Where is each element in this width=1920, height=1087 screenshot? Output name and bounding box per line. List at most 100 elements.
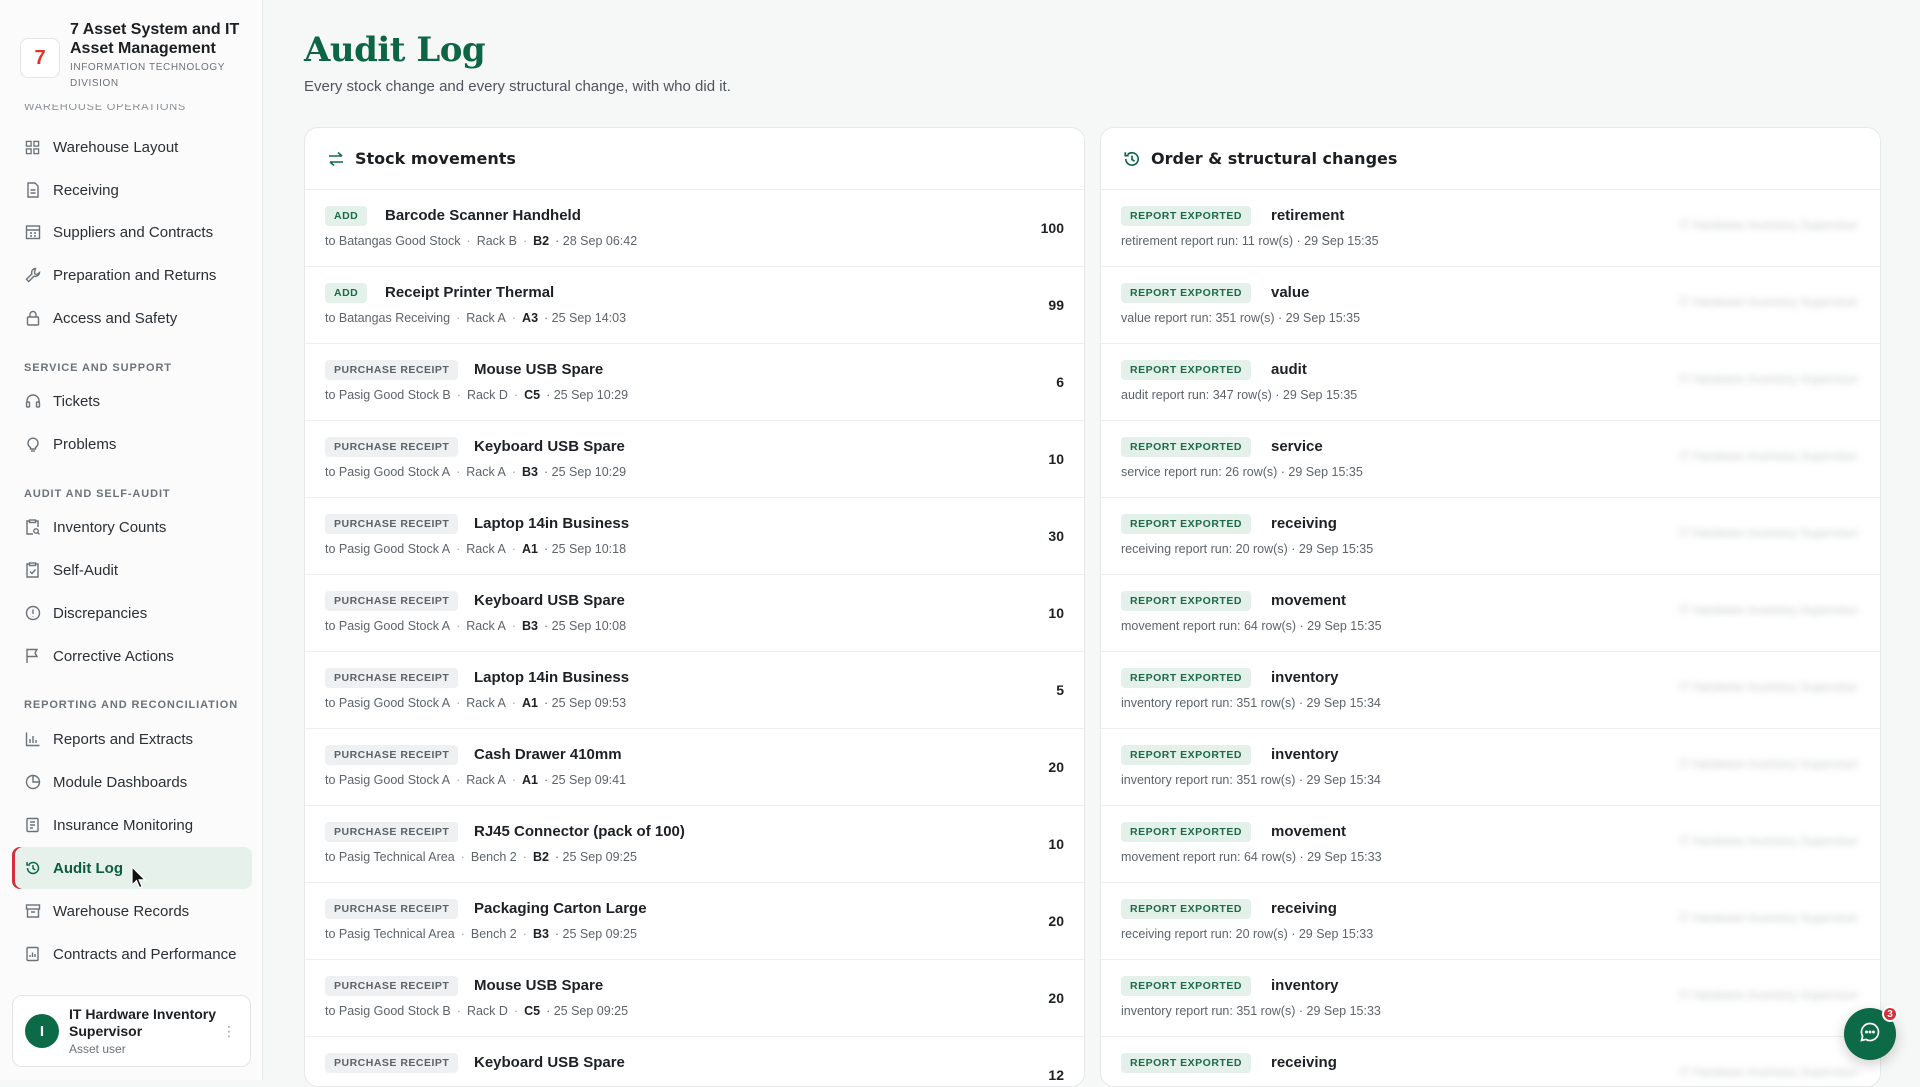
sidebar-item-discrepancies[interactable]: Discrepancies (12, 592, 252, 634)
sidebar-item-tickets[interactable]: Tickets (12, 380, 252, 422)
movement-meta: to Batangas Receiving · Rack A · A3 · 25… (325, 311, 626, 325)
structural-change-row[interactable]: REPORT EXPORTED service service report r… (1101, 421, 1880, 498)
change-meta: inventory report run: 351 row(s) · 29 Se… (1121, 773, 1381, 787)
sidebar-item-problems[interactable]: Problems (12, 423, 252, 465)
report-name: inventory (1271, 669, 1339, 686)
sidebar-item-warehouse-layout[interactable]: Warehouse Layout (12, 126, 252, 168)
meta-separator: · (522, 927, 527, 941)
more-vertical-icon[interactable]: ⋮ (222, 1024, 236, 1038)
report-name: service (1271, 438, 1323, 455)
movement-type-badge: PURCHASE RECEIPT (325, 360, 459, 380)
sidebar-item-insurance[interactable]: Insurance Monitoring (12, 804, 252, 846)
sidebar-item-contracts-performance[interactable]: Contracts and Performance (12, 933, 252, 975)
structural-change-row[interactable]: REPORT EXPORTED audit audit report run: … (1101, 344, 1880, 421)
file-icon (24, 182, 41, 199)
stock-movement-row[interactable]: ADD Receipt Printer Thermal to Batangas … (305, 267, 1084, 344)
timestamp: · 28 Sep 06:42 (555, 234, 638, 248)
structural-change-row[interactable]: REPORT EXPORTED inventory inventory repo… (1101, 960, 1880, 1037)
sidebar-item-access[interactable]: Access and Safety (12, 297, 252, 339)
sidebar-item-warehouse-records[interactable]: Warehouse Records (12, 890, 252, 932)
structural-change-row[interactable]: REPORT EXPORTED value value report run: … (1101, 267, 1880, 344)
stock-movement-row[interactable]: PURCHASE RECEIPT Keyboard USB Spare to P… (305, 421, 1084, 498)
stock-movement-row[interactable]: PURCHASE RECEIPT Mouse USB Spare to Pasi… (305, 344, 1084, 421)
user-card[interactable]: I IT Hardware Inventory Supervisor Asset… (12, 995, 251, 1067)
user-name: IT Hardware Inventory Supervisor (69, 1006, 217, 1039)
main-content: Audit Log Every stock change and every s… (264, 0, 1920, 1087)
sidebar-item-suppliers[interactable]: Suppliers and Contracts (12, 211, 252, 253)
sidebar-item-preparation[interactable]: Preparation and Returns (12, 254, 252, 296)
movement-meta: to Pasig Good Stock A · Rack A · B3 · 25… (325, 465, 626, 479)
structural-change-row[interactable]: REPORT EXPORTED receiving receiving repo… (1101, 498, 1880, 575)
building-icon (24, 224, 41, 241)
meta-separator: · (522, 850, 527, 864)
movement-type-badge: ADD (325, 283, 368, 303)
destination: to Batangas Receiving (325, 311, 451, 325)
clipboard-search-icon (24, 519, 41, 536)
document-chart-icon (24, 946, 41, 963)
item-name: Mouse USB Spare (474, 977, 604, 994)
movement-type-badge: PURCHASE RECEIPT (325, 1053, 459, 1073)
structural-change-row[interactable]: REPORT EXPORTED inventory inventory repo… (1101, 729, 1880, 806)
actor-redacted: IT Hardware Inventory Supervisor (1678, 988, 1858, 1002)
movement-type-badge: PURCHASE RECEIPT (325, 822, 459, 842)
stock-movements-title: Stock movements (355, 149, 516, 168)
meta-separator: · (456, 465, 461, 479)
meta-separator: · (456, 619, 461, 633)
sidebar-item-self-audit[interactable]: Self-Audit (12, 549, 252, 591)
sidebar-nav: WAREHOUSE OPERATIONS Warehouse Layout Re… (0, 100, 262, 980)
report-name: value (1271, 284, 1310, 301)
rack: Bench 2 (470, 927, 517, 941)
stock-movement-row[interactable]: PURCHASE RECEIPT Cash Drawer 410mm to Pa… (305, 729, 1084, 806)
meta-separator: · (456, 388, 461, 402)
actor-redacted: IT Hardware Inventory Supervisor (1678, 757, 1858, 771)
timestamp: · 25 Sep 09:53 (544, 696, 627, 710)
mouse-cursor-icon (131, 866, 147, 889)
sidebar-item-receiving[interactable]: Receiving (12, 169, 252, 211)
chat-icon (1859, 1021, 1881, 1048)
quantity: 10 (1048, 836, 1064, 852)
stock-movement-row[interactable]: ADD Barcode Scanner Handheld to Batangas… (305, 190, 1084, 267)
change-type-badge: REPORT EXPORTED (1121, 206, 1251, 226)
report-name: movement (1271, 592, 1347, 609)
destination: to Pasig Good Stock A (325, 465, 451, 479)
report-name: audit (1271, 361, 1307, 378)
sidebar-item-label: Inventory Counts (53, 518, 167, 536)
item-name: Receipt Printer Thermal (385, 284, 555, 301)
stock-movement-row[interactable]: PURCHASE RECEIPT RJ45 Connector (pack of… (305, 806, 1084, 883)
stock-movement-row[interactable]: PURCHASE RECEIPT Packaging Carton Large … (305, 883, 1084, 960)
history-icon (1123, 150, 1141, 168)
stock-movement-row[interactable]: PURCHASE RECEIPT Mouse USB Spare to Pasi… (305, 960, 1084, 1037)
bin: B3 (522, 619, 539, 633)
quantity: 99 (1048, 297, 1064, 313)
rack: Rack D (466, 1004, 508, 1018)
stock-movement-row[interactable]: PURCHASE RECEIPT Laptop 14in Business to… (305, 498, 1084, 575)
headset-icon (24, 393, 41, 410)
meta-separator: · (511, 311, 517, 325)
quantity: 20 (1048, 990, 1064, 1006)
sidebar-item-corrective-actions[interactable]: Corrective Actions (12, 635, 252, 677)
stock-movement-row[interactable]: PURCHASE RECEIPT Laptop 14in Business to… (305, 652, 1084, 729)
sidebar-item-inventory-counts[interactable]: Inventory Counts (12, 506, 252, 548)
user-role: Asset user (69, 1042, 126, 1056)
structural-change-row[interactable]: REPORT EXPORTED movement movement report… (1101, 806, 1880, 883)
meta-separator: · (511, 542, 517, 556)
structural-change-row[interactable]: REPORT EXPORTED retirement retirement re… (1101, 190, 1880, 267)
brand[interactable]: 7 7 Asset System and IT Asset Management… (20, 20, 255, 92)
chat-unread-badge: 3 (1882, 1006, 1898, 1022)
sidebar-item-reports[interactable]: Reports and Extracts (12, 718, 252, 760)
change-meta: retirement report run: 11 row(s) · 29 Se… (1121, 234, 1379, 248)
sidebar-item-label: Contracts and Performance (53, 945, 237, 963)
stock-movement-row[interactable]: PURCHASE RECEIPT Keyboard USB Spare to P… (305, 575, 1084, 652)
sidebar-item-label: Corrective Actions (53, 647, 174, 665)
meta-separator: · (511, 619, 517, 633)
item-name: Cash Drawer 410mm (474, 746, 622, 763)
sidebar-item-module-dashboards[interactable]: Module Dashboards (12, 761, 252, 803)
structural-change-row[interactable]: REPORT EXPORTED movement movement report… (1101, 575, 1880, 652)
structural-change-row[interactable]: REPORT EXPORTED inventory inventory repo… (1101, 652, 1880, 729)
sidebar-item-label: Problems (53, 435, 117, 453)
change-meta: service report run: 26 row(s) · 29 Sep 1… (1121, 465, 1363, 479)
meta-separator: · (511, 465, 517, 479)
change-meta: audit report run: 347 row(s) · 29 Sep 15… (1121, 388, 1358, 402)
bin: A1 (522, 773, 539, 787)
structural-change-row[interactable]: REPORT EXPORTED receiving receiving repo… (1101, 883, 1880, 960)
